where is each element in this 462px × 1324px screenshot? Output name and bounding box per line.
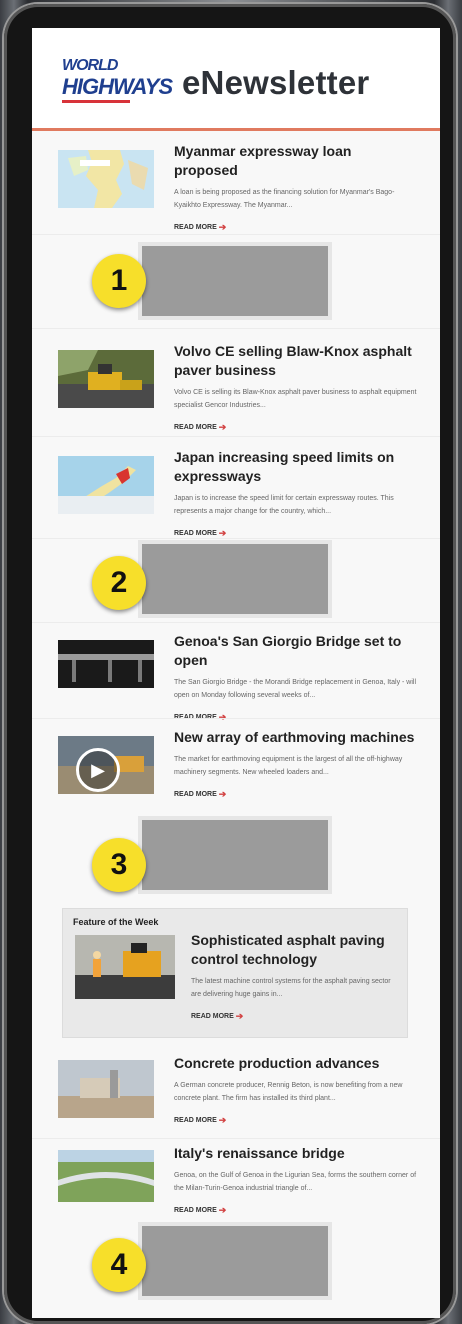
article-thumbnail-bridge-green[interactable] [58,1150,154,1202]
article-thumbnail-bridge[interactable] [58,640,154,688]
article-title[interactable]: Italy's renaissance bridge [174,1144,418,1163]
article-excerpt: Japan is to increase the speed limit for… [174,495,394,515]
divider [32,718,440,719]
logo-line-2: HIGHWAYS [62,74,173,99]
ad-slot-3[interactable] [142,820,328,890]
newsletter-header: WORLD HIGHWAYS eNewsletter [32,28,440,131]
world-highways-logo[interactable]: WORLD HIGHWAYS [62,57,173,110]
feature-excerpt: The latest machine control systems for t… [191,978,391,998]
article-card[interactable]: Myanmar expressway loan proposed A loan … [58,142,418,234]
divider [32,538,440,539]
article-text: Italy's renaissance bridge Genoa, on the… [174,1144,418,1217]
article-excerpt: Volvo CE is selling its Blaw-Knox asphal… [174,389,417,409]
article-title[interactable]: Concrete production advances [174,1054,418,1073]
feature-thumbnail-paving[interactable] [75,935,175,999]
newsletter-screen[interactable]: WORLD HIGHWAYS eNewsletter Myanmar expre… [32,28,440,1318]
play-icon[interactable]: ▶ [76,748,120,792]
article-title[interactable]: Volvo CE selling Blaw-Knox asphalt paver… [174,342,418,380]
ad-slot-1[interactable] [142,246,328,316]
read-more-label: READ MORE [174,1207,217,1214]
feature-text: Sophisticated asphalt paving control tec… [191,931,397,1023]
read-more-label: READ MORE [174,1117,217,1124]
read-more-label: READ MORE [174,424,217,431]
article-thumbnail-concrete-plant[interactable] [58,1060,154,1118]
read-more-label: READ MORE [174,791,217,798]
arrow-right-icon: ➔ [218,222,227,232]
article-card[interactable]: ▶ New array of earthmoving machines The … [58,728,418,820]
article-title[interactable]: New array of earthmoving machines [174,728,418,747]
article-excerpt: The San Giorgio Bridge - the Morandi Bri… [174,679,417,699]
article-card[interactable]: Genoa's San Giorgio Bridge set to open T… [58,632,418,724]
ad-number-badge: 3 [92,838,146,892]
read-more-link[interactable]: READ MORE➔ [174,1115,226,1126]
article-thumbnail-japan-map[interactable] [58,456,154,514]
read-more-label: READ MORE [174,530,217,537]
article-thumbnail-paver[interactable] [58,350,154,408]
article-text: Japan increasing speed limits on express… [174,448,418,540]
article-card[interactable]: Japan increasing speed limits on express… [58,448,418,540]
divider [32,1138,440,1139]
divider [32,436,440,437]
ad-number-badge: 4 [92,1238,146,1292]
page-title: eNewsletter [182,64,370,101]
read-more-link[interactable]: READ MORE➔ [174,222,226,233]
arrow-right-icon: ➔ [218,1115,227,1125]
article-title[interactable]: Myanmar expressway loan proposed [174,142,418,180]
feature-of-the-week[interactable]: Feature of the Week Sophisticated asphal… [62,908,408,1038]
read-more-link[interactable]: READ MORE➔ [191,1011,243,1022]
ad-slot-4[interactable] [142,1226,328,1296]
feature-label: Feature of the Week [73,917,159,927]
tablet-frame: WORLD HIGHWAYS eNewsletter Myanmar expre… [4,4,456,1324]
feature-title[interactable]: Sophisticated asphalt paving control tec… [191,931,397,969]
article-text: Genoa's San Giorgio Bridge set to open T… [174,632,418,724]
arrow-right-icon: ➔ [235,1011,244,1021]
arrow-right-icon: ➔ [218,422,227,432]
article-excerpt: The market for earthmoving equipment is … [174,756,403,776]
read-more-link[interactable]: READ MORE➔ [174,789,226,800]
arrow-right-icon: ➔ [218,789,227,799]
logo-line-1: WORLD [62,57,118,74]
divider [32,234,440,235]
article-card[interactable]: Italy's renaissance bridge Genoa, on the… [58,1144,418,1224]
read-more-label: READ MORE [191,1013,234,1020]
article-thumbnail-video[interactable]: ▶ [58,736,154,794]
article-excerpt: Genoa, on the Gulf of Genoa in the Ligur… [174,1172,417,1192]
article-title[interactable]: Genoa's San Giorgio Bridge set to open [174,632,418,670]
read-more-link[interactable]: READ MORE➔ [174,1205,226,1216]
article-title[interactable]: Japan increasing speed limits on express… [174,448,418,486]
divider [32,328,440,329]
article-card[interactable]: Concrete production advances A German co… [58,1054,418,1134]
article-text: New array of earthmoving machines The ma… [174,728,418,801]
arrow-right-icon: ➔ [218,1205,227,1215]
divider [32,622,440,623]
ad-number-badge: 2 [92,556,146,610]
article-text: Volvo CE selling Blaw-Knox asphalt paver… [174,342,418,434]
logo-underline [62,100,130,103]
ad-number-badge: 1 [92,254,146,308]
read-more-link[interactable]: READ MORE➔ [174,422,226,433]
article-thumbnail-map[interactable] [58,150,154,208]
article-text: Concrete production advances A German co… [174,1054,418,1127]
article-card[interactable]: Volvo CE selling Blaw-Knox asphalt paver… [58,342,418,438]
article-text: Myanmar expressway loan proposed A loan … [174,142,418,234]
article-excerpt: A loan is being proposed as the financin… [174,189,395,209]
ad-slot-2[interactable] [142,544,328,614]
read-more-label: READ MORE [174,224,217,231]
article-excerpt: A German concrete producer, Rennig Beton… [174,1082,403,1102]
